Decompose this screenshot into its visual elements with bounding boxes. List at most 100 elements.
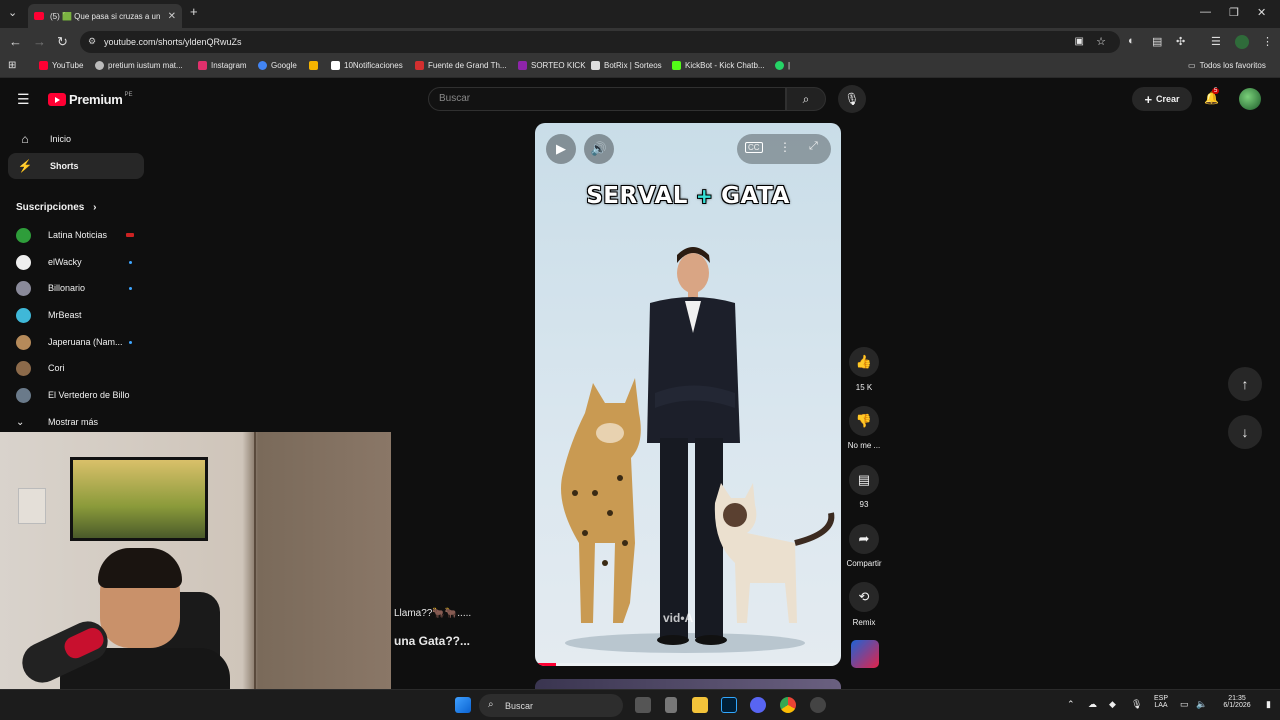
subscription-item[interactable]: Cori — [16, 360, 146, 376]
like-button[interactable]: 👍 — [849, 347, 879, 377]
dislike-label: No me ... — [847, 441, 881, 450]
all-bookmarks[interactable]: ▭ Todos los favoritos — [1188, 61, 1266, 70]
chevron-right-icon: › — [93, 202, 97, 213]
new-content-dot — [129, 286, 132, 290]
show-more-button[interactable]: ⌄ Mostrar más — [16, 414, 146, 430]
youtube-icon — [39, 61, 48, 70]
search-button[interactable]: ⌕ — [786, 87, 826, 111]
minimize-icon[interactable]: — — [1200, 6, 1211, 18]
short-title-text: SERVAL + GATA — [586, 183, 790, 209]
cast-icon[interactable]: ▣ — [1075, 36, 1084, 47]
bookmark-instagram[interactable]: Instagram — [198, 61, 247, 70]
bookmark-whatsapp[interactable]: | — [775, 61, 790, 70]
progress-track[interactable] — [535, 663, 841, 666]
remix-icon: ⟲ — [858, 589, 870, 604]
extension-icon[interactable]: ◐ — [1128, 35, 1135, 47]
task-view-icon[interactable] — [635, 697, 651, 713]
subscription-item[interactable]: MrBeast — [16, 307, 146, 323]
tray-app-icon-2[interactable]: ◆ — [1109, 699, 1116, 710]
subscription-item[interactable]: elWacky — [16, 254, 146, 270]
back-icon[interactable]: ← — [9, 34, 22, 49]
address-bar[interactable]: ⚙ youtube.com/shorts/yldenQRwuZs ▣ ☆ — [80, 31, 1120, 53]
subscription-item[interactable]: Japeruana (Nam... — [16, 334, 146, 350]
apps-grid-icon[interactable]: ⊞ — [8, 60, 16, 71]
reload-icon[interactable]: ↻ — [57, 34, 68, 50]
notifications-button[interactable]: 🔔 5 — [1204, 88, 1220, 105]
input-language[interactable]: ESP LAA — [1150, 695, 1172, 709]
arrow-down-icon: ↓ — [1241, 424, 1249, 440]
browser-tab-strip: ⌄ (5) 🟩 Que pasa si cruzas a un ✕ + — ❐ … — [0, 0, 1280, 28]
menu-dots-icon[interactable]: ⋮ — [1262, 35, 1273, 48]
file-explorer-icon[interactable] — [692, 697, 708, 713]
chrome-icon[interactable] — [780, 697, 796, 713]
channel-thumbnail[interactable] — [851, 640, 879, 668]
close-window-icon[interactable]: ✕ — [1257, 6, 1266, 19]
next-short-preview[interactable] — [535, 679, 841, 689]
subscription-item[interactable]: Latina Noticias — [16, 227, 146, 243]
previous-short-button[interactable]: ↑ — [1228, 367, 1262, 401]
instagram-icon — [198, 61, 207, 70]
shorts-icon: ⚡ — [17, 159, 33, 173]
reading-list-icon[interactable]: ☰ — [1211, 35, 1221, 48]
windows-start-icon[interactable] — [455, 697, 471, 713]
subscriptions-heading[interactable]: Suscripciones › — [16, 202, 96, 213]
youtube-premium-logo[interactable]: Premium PE — [48, 92, 133, 107]
obs-icon[interactable] — [810, 697, 826, 713]
bookmark-10notificaciones[interactable]: 10Notificaciones — [331, 61, 403, 70]
x-icon — [331, 61, 340, 70]
wall-plaque — [18, 488, 46, 524]
photoshop-icon[interactable] — [721, 697, 737, 713]
account-avatar[interactable] — [1239, 88, 1261, 110]
close-tab-icon[interactable]: ✕ — [168, 11, 176, 22]
bookmark-kickbot[interactable]: KickBot - Kick Chatb... — [672, 61, 765, 70]
bookmark-gta[interactable]: Fuente de Grand Th... — [415, 61, 507, 70]
sidebar-item-shorts[interactable]: ⚡ Shorts — [8, 153, 144, 179]
fullscreen-icon[interactable]: ⤢ — [809, 140, 818, 153]
more-options-icon[interactable]: ⋮ — [779, 140, 791, 154]
volume-tray-icon[interactable]: 🔈 — [1196, 699, 1207, 710]
create-button[interactable]: + Crear — [1132, 87, 1192, 111]
network-icon[interactable]: ▭ — [1180, 699, 1189, 710]
taskbar-search[interactable]: ⌕ Buscar — [479, 694, 623, 717]
notification-center-icon[interactable]: ▮ — [1266, 699, 1271, 710]
play-icon: ▶ — [556, 141, 566, 156]
restore-icon[interactable]: ❐ — [1229, 6, 1239, 19]
mic-tray-icon[interactable]: 🎙 — [1131, 699, 1142, 710]
bookmark-pretium[interactable]: pretium iustum mat... — [95, 61, 183, 70]
bookmark-star-icon[interactable]: ☆ — [1096, 35, 1106, 48]
captions-icon[interactable]: CC — [745, 142, 763, 153]
search-input[interactable]: Buscar — [428, 87, 786, 111]
bookmark-youtube[interactable]: YouTube — [39, 61, 83, 70]
bookmark-google[interactable]: Google — [258, 61, 297, 70]
clock[interactable]: 21:35 6/1/2026 — [1214, 695, 1260, 709]
next-short-button[interactable]: ↓ — [1228, 415, 1262, 449]
discord-icon[interactable] — [750, 697, 766, 713]
subscription-item[interactable]: El Vertedero de Billo — [16, 387, 146, 403]
comments-button[interactable]: ▤ — [849, 465, 879, 495]
volume-button[interactable]: 🔊 — [584, 134, 614, 164]
dislike-button[interactable]: 👎 — [849, 406, 879, 436]
profile-avatar[interactable] — [1235, 35, 1249, 49]
extensions-puzzle-icon[interactable]: ✣ — [1176, 35, 1185, 48]
tray-app-icon[interactable]: ☁ — [1088, 699, 1097, 710]
bookmark-pinwheel[interactable] — [309, 61, 322, 70]
hamburger-menu-icon[interactable]: ☰ — [17, 91, 30, 108]
subscription-item[interactable]: Billonario — [16, 280, 146, 296]
voice-search-button[interactable]: 🎙 — [838, 85, 866, 113]
bookmark-sorteo-kick[interactable]: SORTEO KICK — [518, 61, 586, 70]
play-button[interactable]: ▶ — [546, 134, 576, 164]
app-icon[interactable] — [665, 697, 677, 713]
shorts-player[interactable]: ▶ 🔊 CC ⋮ ⤢ SERVAL + GATA vid•A — [535, 123, 841, 666]
tray-overflow-icon[interactable]: ⌃ — [1067, 699, 1075, 710]
man-figure — [647, 247, 740, 645]
share-button[interactable]: ➦ — [849, 524, 879, 554]
extension-icon-2[interactable]: ▤ — [1152, 35, 1162, 48]
sidebar-item-inicio[interactable]: ⌂ Inicio — [8, 126, 144, 152]
bookmark-botrix[interactable]: BotRix | Sorteos — [591, 61, 662, 70]
site-info-icon[interactable]: ⚙ — [88, 36, 96, 47]
remix-button[interactable]: ⟲ — [849, 582, 879, 612]
browser-tab-active[interactable]: (5) 🟩 Que pasa si cruzas a un ✕ — [28, 4, 182, 28]
tab-search-icon[interactable]: ⌄ — [8, 6, 17, 19]
forward-icon[interactable]: → — [33, 34, 46, 49]
new-tab-icon[interactable]: + — [190, 4, 198, 19]
